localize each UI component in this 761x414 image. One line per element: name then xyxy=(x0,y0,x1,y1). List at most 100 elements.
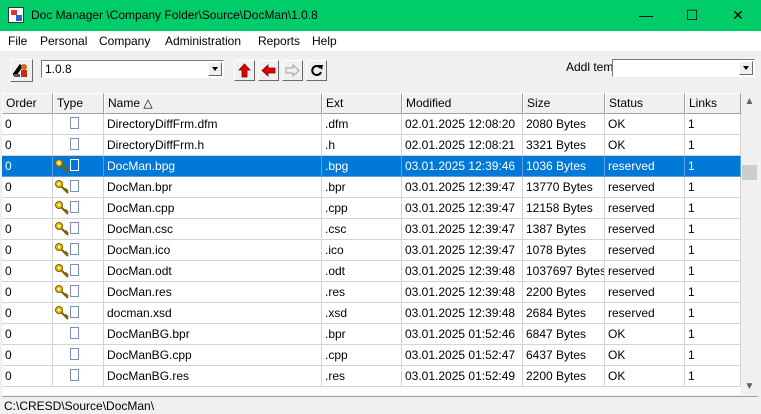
table-row[interactable]: 0 DocManBG.cpp .cpp 03.01.2025 01:52:47 6437… xyxy=(2,345,741,366)
table-row[interactable]: 0 DocMan.csc .csc 03.01.2025 12:39:47 1387 B… xyxy=(2,219,741,240)
cell-order: 0 xyxy=(2,282,53,303)
table-row[interactable]: 0 DocMan.odt .odt 03.01.2025 12:39:48 103769… xyxy=(2,261,741,282)
maximize-button[interactable]: ☐ xyxy=(669,0,715,31)
column-header-ext[interactable]: Ext xyxy=(322,93,402,114)
cell-name: DirectoryDiffFrm.h xyxy=(104,135,322,156)
cell-name: DocMan.res xyxy=(104,282,322,303)
cell-ext: .dfm xyxy=(322,114,402,135)
chevron-down-icon[interactable] xyxy=(739,61,753,75)
cell-ext: .cpp xyxy=(322,198,402,219)
cell-ext: .bpr xyxy=(322,324,402,345)
cell-type xyxy=(53,324,104,345)
cell-size: 2080 Bytes xyxy=(523,114,605,135)
cell-type xyxy=(53,114,104,135)
chevron-down-icon[interactable] xyxy=(208,62,222,76)
vertical-scrollbar[interactable]: ▲ ▼ xyxy=(741,93,758,395)
arrow-right-disabled-icon xyxy=(285,63,300,78)
cell-size: 2200 Bytes xyxy=(523,282,605,303)
document-icon xyxy=(70,285,79,297)
menu-personal[interactable]: Personal xyxy=(40,34,87,48)
minimize-button[interactable]: — xyxy=(623,0,669,31)
cell-order: 0 xyxy=(2,135,53,156)
addl-item-combo[interactable] xyxy=(612,59,755,77)
cell-links: 1 xyxy=(685,135,741,156)
table-row[interactable]: 0 DocMan.res .res 03.01.2025 12:39:48 2200 B… xyxy=(2,282,741,303)
refresh-button[interactable] xyxy=(306,60,327,81)
arrow-up-red-icon xyxy=(238,63,251,78)
document-icon xyxy=(70,159,79,171)
column-header-links[interactable]: Links xyxy=(685,93,741,114)
cell-links: 1 xyxy=(685,345,741,366)
table-row[interactable]: 0 DocMan.bpr .bpr 03.01.2025 12:39:47 13770 … xyxy=(2,177,741,198)
cell-modified: 02.01.2025 12:08:21 xyxy=(402,135,523,156)
scroll-down-button[interactable]: ▼ xyxy=(741,378,758,395)
cell-order: 0 xyxy=(2,303,53,324)
menu-help[interactable]: Help xyxy=(312,34,337,48)
cell-order: 0 xyxy=(2,240,53,261)
cell-ext: .h xyxy=(322,135,402,156)
column-header-modified[interactable]: Modified xyxy=(402,93,523,114)
cell-size: 1036 Bytes xyxy=(523,156,605,177)
key-icon xyxy=(55,180,69,194)
move-right-button[interactable] xyxy=(282,60,303,81)
column-header-status[interactable]: Status xyxy=(605,93,685,114)
cell-name: DocMan.odt xyxy=(104,261,322,282)
menu-reports[interactable]: Reports xyxy=(258,34,300,48)
table-row[interactable]: 0 DocManBG.res .res 03.01.2025 01:52:49 2200… xyxy=(2,366,741,387)
cell-order: 0 xyxy=(2,177,53,198)
table-row[interactable]: 0 docman.xsd .xsd 03.01.2025 12:39:48 2684 B… xyxy=(2,303,741,324)
table-row[interactable]: 0 DocMan.bpg .bpg 03.01.2025 12:39:46 1036 B… xyxy=(2,156,741,177)
table-row[interactable]: 0 DocMan.ico .ico 03.01.2025 12:39:47 1078 B… xyxy=(2,240,741,261)
cell-ext: .res xyxy=(322,366,402,387)
document-icon xyxy=(70,327,79,339)
move-up-button[interactable] xyxy=(234,60,255,81)
cell-type xyxy=(53,177,104,198)
addl-item-label: Addl tem: xyxy=(566,60,617,74)
arrow-left-red-icon xyxy=(261,64,276,77)
document-icon xyxy=(70,180,79,192)
cell-name: docman.xsd xyxy=(104,303,322,324)
key-icon xyxy=(55,159,69,173)
cell-status: reserved xyxy=(605,219,685,240)
column-header-type[interactable]: Type xyxy=(53,93,104,114)
cell-type xyxy=(53,282,104,303)
person-tools-icon xyxy=(13,63,27,77)
menu-company[interactable]: Company xyxy=(99,34,150,48)
app-icon[interactable] xyxy=(8,7,24,23)
cell-status: reserved xyxy=(605,303,685,324)
cell-size: 6847 Bytes xyxy=(523,324,605,345)
cell-name: DocManBG.cpp xyxy=(104,345,322,366)
scroll-up-button[interactable]: ▲ xyxy=(741,93,758,110)
column-header-size[interactable]: Size xyxy=(523,93,605,114)
cell-type xyxy=(53,345,104,366)
table-row[interactable]: 0 DocMan.cpp .cpp 03.01.2025 12:39:47 12158 … xyxy=(2,198,741,219)
key-icon xyxy=(55,306,69,320)
cell-order: 0 xyxy=(2,261,53,282)
cell-modified: 02.01.2025 12:08:20 xyxy=(402,114,523,135)
cell-links: 1 xyxy=(685,282,741,303)
cell-status: OK xyxy=(605,366,685,387)
user-tools-button[interactable] xyxy=(10,59,33,82)
cell-modified: 03.01.2025 12:39:48 xyxy=(402,261,523,282)
cell-modified: 03.01.2025 12:39:46 xyxy=(402,156,523,177)
status-path: C:\CRESD\Source\DocMan\ xyxy=(4,399,155,413)
cell-status: reserved xyxy=(605,261,685,282)
table-row[interactable]: 0 DirectoryDiffFrm.dfm .dfm 02.01.2025 12:0… xyxy=(2,114,741,135)
close-button[interactable]: ✕ xyxy=(715,0,761,31)
cell-ext: .odt xyxy=(322,261,402,282)
menu-administration[interactable]: Administration xyxy=(165,34,241,48)
toolbar: 1.0.8 Addl tem: xyxy=(0,51,761,91)
status-bar: C:\CRESD\Source\DocMan\ xyxy=(2,396,758,414)
column-header-name[interactable]: Name △ xyxy=(104,93,322,114)
cell-links: 1 xyxy=(685,198,741,219)
table-row[interactable]: 0 DirectoryDiffFrm.h .h 02.01.2025 12:08:21… xyxy=(2,135,741,156)
key-icon xyxy=(55,264,69,278)
version-combo[interactable]: 1.0.8 xyxy=(41,60,224,78)
scroll-thumb[interactable] xyxy=(742,165,757,180)
menu-file[interactable]: File xyxy=(8,34,27,48)
column-header-order[interactable]: Order xyxy=(2,93,53,114)
move-left-button[interactable] xyxy=(258,60,279,81)
cell-name: DocMan.bpg xyxy=(104,156,322,177)
cell-ext: .xsd xyxy=(322,303,402,324)
table-row[interactable]: 0 DocManBG.bpr .bpr 03.01.2025 01:52:46 6847… xyxy=(2,324,741,345)
